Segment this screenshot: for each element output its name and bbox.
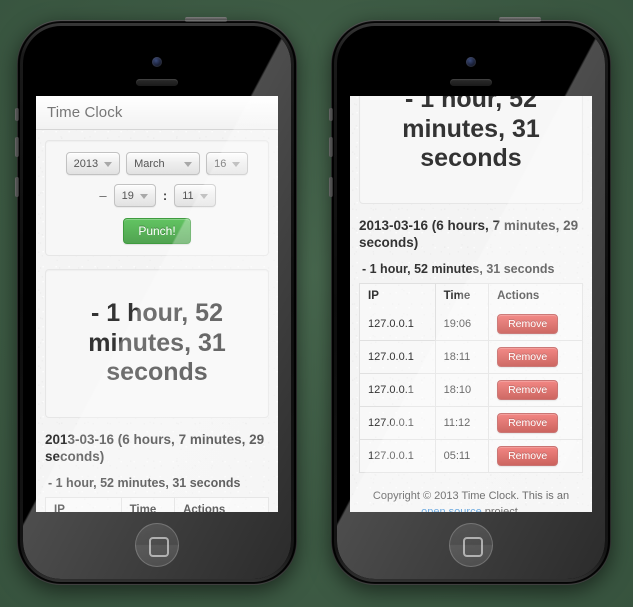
open-source-link[interactable]: open source (421, 506, 482, 512)
cell-ip: 127.0.0.1 (359, 340, 436, 374)
mute-switch-left[interactable] (15, 108, 19, 121)
column-header-time: Time (435, 283, 490, 308)
day-heading: 2013-03-16 (6 hours, 7 minutes, 29 secon… (45, 431, 265, 465)
date-select-row: 2013 March 16 (54, 152, 260, 175)
column-header-actions: Actions (183, 503, 226, 512)
table-row: 127.0.0.1 11:12 Remove (359, 406, 583, 440)
earpiece-speaker-icon (450, 79, 492, 86)
grand-total-text: - 1 hour, 52 minutes, 31 seconds (402, 96, 540, 172)
front-camera-icon (466, 57, 476, 67)
column-header-actions: Actions (497, 289, 540, 302)
day-select[interactable]: 16 (206, 152, 249, 175)
cell-ip: 127.0.0.1 (359, 373, 436, 407)
home-square-icon (463, 537, 483, 557)
footer-trailing-text: project. (484, 505, 521, 512)
cell-ip: 127.0.0.1 (359, 307, 436, 341)
column-header-time: Time (121, 497, 176, 512)
column-header-ip: IP (359, 283, 436, 308)
phone-front-left: Time Clock 2013 March 16 – 19: 11 Punch… (23, 26, 291, 579)
time-select-row: – 19 : 11 (54, 184, 260, 207)
hour-select[interactable]: 19 (113, 184, 156, 207)
day-heading: 2013-03-16 (6 hours, 7 minutes, 29 secon… (359, 217, 579, 251)
phone-device-left: Time Clock 2013 March 16 – 19: 11 Punch… (15, 17, 297, 585)
table-row: 127.0.0.1 18:10 Remove (359, 373, 583, 407)
punches-table: IP Time Actions 127.0.0.1 19:06 (359, 282, 583, 473)
phone-screen-left[interactable]: Time Clock 2013 March 16 – 19: 11 Punch… (36, 96, 278, 512)
column-header-ip: IP (45, 497, 122, 512)
phone-front-right: Time Clock 2013 March 16 – 19 (337, 26, 605, 579)
mute-switch-right[interactable] (329, 108, 333, 121)
cell-ip: 127.0.0.1 (359, 439, 436, 473)
screenshot-stage: Time Clock 2013 March 16 – 19: 11 Punch… (0, 0, 633, 607)
grand-total-text: - 1 hour, 52 minutes, 31 seconds (88, 299, 226, 386)
cell-actions: Remove (488, 406, 583, 440)
cell-actions: Remove (488, 373, 583, 407)
front-camera-icon (152, 57, 162, 67)
volume-up-button-left[interactable] (15, 137, 19, 157)
grand-total-well: - 1 hour, 52 minutes, 31 seconds (45, 269, 269, 418)
cell-time: 18:11 (435, 340, 490, 374)
table-row: 127.0.0.1 05:11 Remove (359, 439, 583, 473)
cell-ip: 127.0.0.1 (359, 406, 436, 440)
day-subtotal: - 1 hour, 52 minutes, 31 seconds (48, 475, 241, 490)
phone-device-right: Time Clock 2013 March 16 – 19 (329, 17, 611, 585)
cell-actions: Remove (488, 340, 583, 374)
footer-copyright-text: Copyright © 2013 Time Clock. This is an (372, 489, 570, 502)
navbar: Time Clock (36, 96, 278, 130)
volume-up-button-right[interactable] (329, 137, 333, 157)
minute-select[interactable]: 11 (174, 184, 216, 207)
navbar-brand[interactable]: Time Clock (47, 104, 122, 121)
volume-down-button-right[interactable] (329, 177, 333, 197)
home-button-left[interactable] (135, 523, 179, 567)
table-header-row: IP Time Actions (45, 497, 269, 512)
phone-screen-right[interactable]: Time Clock 2013 March 16 – 19 (350, 96, 592, 512)
table-row: 127.0.0.1 19:06 Remove (359, 307, 583, 341)
table-row: 127.0.0.1 18:11 Remove (359, 340, 583, 374)
power-button-left[interactable] (185, 17, 227, 22)
cell-actions: Remove (488, 307, 583, 341)
cell-actions: Remove (489, 439, 583, 472)
dash-separator: – (99, 188, 107, 203)
remove-button[interactable]: Remove (497, 445, 559, 466)
remove-button[interactable]: Remove (497, 379, 559, 400)
volume-down-button-left[interactable] (15, 177, 19, 197)
page-top-view: Time Clock 2013 March 16 – 19: 11 Punch… (36, 96, 278, 512)
remove-button[interactable]: Remove (497, 346, 559, 367)
cell-time: 18:10 (435, 373, 490, 407)
year-select[interactable]: 2013 (65, 152, 121, 175)
day-subtotal: - 1 hour, 52 minutes, 31 seconds (362, 261, 555, 276)
table-header-row: IP Time Actions (359, 283, 583, 308)
home-button-right[interactable] (449, 523, 493, 567)
grand-total-well: - 1 hour, 52 minutes, 31 seconds (359, 96, 583, 204)
page-content: 2013 March 16 – 19 : 11 Punch! (350, 96, 592, 512)
remove-button[interactable]: Remove (497, 313, 559, 334)
punch-form-well: 2013 March 16 – 19 : 11 Punch! (45, 140, 269, 256)
remove-button[interactable]: Remove (497, 412, 559, 433)
earpiece-speaker-icon (136, 79, 178, 86)
page-scrolled-view: Time Clock 2013 March 16 – 19 (350, 96, 592, 512)
punches-table: IP Time Actions 127.0.0.1 19:06 (45, 496, 269, 512)
cell-time: 19:06 (435, 307, 490, 341)
home-square-icon (149, 537, 169, 557)
month-select[interactable]: March (126, 152, 201, 175)
power-button-right[interactable] (499, 17, 541, 22)
punch-button[interactable]: Punch! (123, 218, 191, 244)
cell-time: 05:11 (435, 439, 490, 473)
colon-separator: : (162, 188, 168, 203)
page-content: 2013 March 16 – 19 : 11 Punch! (36, 130, 278, 512)
page-footer: Copyright © 2013 Time Clock. This is an … (359, 473, 583, 512)
cell-time: 11:12 (435, 406, 490, 440)
